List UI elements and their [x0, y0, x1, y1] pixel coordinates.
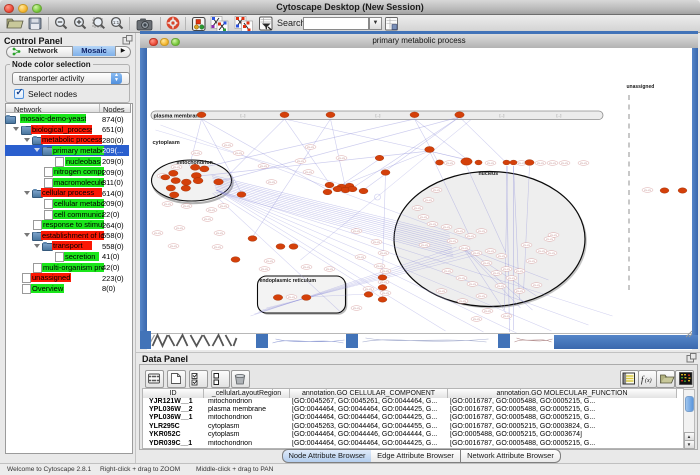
svg-text:xx-xx: xx-xx: [425, 198, 432, 202]
svg-text:[...]: [...]: [556, 114, 561, 118]
svg-text:xx-xx: xx-xx: [497, 284, 504, 288]
svg-text:xx-xx: xx-xx: [204, 217, 211, 221]
svg-text:xx-xx: xx-xx: [446, 161, 453, 165]
svg-text:xx-xx: xx-xx: [380, 280, 387, 284]
svg-text:xx-xx: xx-xx: [533, 283, 540, 287]
svg-text:xx-xx: xx-xx: [644, 188, 651, 192]
svg-text:endoplasmic reticulum: endoplasmic reticulum: [259, 278, 316, 284]
svg-text:xx-xx: xx-xx: [549, 161, 556, 165]
svg-text:xx-xx: xx-xx: [353, 306, 360, 310]
svg-text:xx-xx: xx-xx: [303, 265, 310, 269]
svg-text:xx-xx: xx-xx: [224, 143, 231, 147]
svg-text:nucleus: nucleus: [478, 171, 498, 177]
svg-text:xx-xx: xx-xx: [484, 309, 491, 313]
svg-text:xx-xx: xx-xx: [508, 276, 515, 280]
svg-text:xx-xx: xx-xx: [473, 251, 480, 255]
svg-text:[...]: [...]: [499, 114, 504, 118]
svg-text:xx-xx: xx-xx: [444, 269, 451, 273]
svg-text:xx-xx: xx-xx: [214, 245, 221, 249]
svg-text:xx-xx: xx-xx: [469, 282, 476, 286]
svg-text:xx-xx: xx-xx: [268, 180, 275, 184]
svg-text:xx-xx: xx-xx: [528, 259, 535, 263]
svg-text:unassigned: unassigned: [626, 84, 654, 90]
svg-text:[...]: [...]: [240, 114, 245, 118]
svg-text:xx-xx: xx-xx: [382, 269, 389, 273]
svg-text:1:1: 1:1: [113, 20, 120, 25]
svg-text:xx-xx: xx-xx: [266, 259, 273, 263]
svg-text:xx-xx: xx-xx: [414, 206, 421, 210]
svg-text:xx-xx: xx-xx: [538, 249, 545, 253]
svg-text:xx-xx: xx-xx: [183, 204, 190, 208]
svg-text:(x): (x): [645, 377, 652, 384]
svg-text:xx-xx: xx-xx: [516, 289, 523, 293]
svg-text:xx-xx: xx-xx: [353, 229, 360, 233]
svg-text:xx-xx: xx-xx: [449, 239, 456, 243]
svg-text:xx-xx: xx-xx: [461, 246, 468, 250]
svg-text:xx-xx: xx-xx: [473, 317, 480, 321]
svg-text:xx-xx: xx-xx: [170, 244, 177, 248]
svg-text:xx-xx: xx-xx: [487, 249, 494, 253]
svg-text:xx-xx: xx-xx: [487, 161, 494, 165]
svg-text:xx-xx: xx-xx: [459, 299, 466, 303]
svg-text:xx-xx: xx-xx: [216, 231, 223, 235]
svg-text:xx-xx: xx-xx: [478, 294, 485, 298]
svg-text:xx-xx: xx-xx: [580, 161, 587, 165]
svg-text:xx-xx: xx-xx: [498, 254, 505, 258]
svg-text:xx-xx: xx-xx: [307, 145, 314, 149]
svg-text:xx-xx: xx-xx: [456, 229, 463, 233]
svg-text:xx-xx: xx-xx: [382, 291, 389, 295]
svg-text:xx-xx: xx-xx: [420, 215, 427, 219]
svg-text:xx-xx: xx-xx: [478, 229, 485, 233]
svg-text:xx-xx: xx-xx: [421, 243, 428, 247]
svg-text:xx-xx: xx-xx: [176, 226, 183, 230]
svg-text:xx-xx: xx-xx: [373, 240, 380, 244]
svg-text:xx-xx: xx-xx: [503, 314, 510, 318]
svg-text:xx-xx: xx-xx: [208, 208, 215, 212]
svg-text:xx-xx: xx-xx: [523, 243, 530, 247]
svg-text:xx-xx: xx-xx: [467, 234, 474, 238]
svg-text:xx-xx: xx-xx: [305, 170, 312, 174]
svg-text:cytoplasm: cytoplasm: [152, 140, 179, 146]
svg-text:xx-xx: xx-xx: [548, 251, 555, 255]
svg-text:xx-xx: xx-xx: [458, 276, 465, 280]
svg-text:xx-xx: xx-xx: [297, 159, 304, 163]
svg-text:xx-xx: xx-xx: [483, 261, 490, 265]
svg-text:xx-xx: xx-xx: [546, 237, 553, 241]
svg-text:xx-xx: xx-xx: [260, 164, 267, 168]
svg-text:xx-xx: xx-xx: [503, 267, 510, 271]
svg-text:xx-xx: xx-xx: [338, 156, 345, 160]
svg-text:xx-xx: xx-xx: [433, 188, 440, 192]
svg-text:xx-xx: xx-xx: [516, 269, 523, 273]
svg-text:xx-xx: xx-xx: [493, 271, 500, 275]
svg-text:[...]: [...]: [375, 114, 380, 118]
svg-text:xx-xx: xx-xx: [438, 289, 445, 293]
svg-text:xx-xx: xx-xx: [537, 161, 544, 165]
svg-text:plasma membrane: plasma membrane: [153, 114, 201, 120]
svg-text:xx-xx: xx-xx: [288, 295, 295, 299]
svg-text:xx-xx: xx-xx: [235, 151, 242, 155]
svg-text:xx-xx: xx-xx: [261, 267, 268, 271]
svg-text:xx-xx: xx-xx: [173, 165, 180, 169]
svg-text:xx-xx: xx-xx: [518, 161, 525, 165]
svg-text:xx-xx: xx-xx: [326, 267, 333, 271]
svg-text:xx-xx: xx-xx: [357, 255, 364, 259]
svg-text:xx-xx: xx-xx: [380, 251, 387, 255]
svg-text:xx-xx: xx-xx: [429, 222, 436, 226]
svg-text:xx-xx: xx-xx: [376, 264, 383, 268]
svg-text:xx-xx: xx-xx: [561, 161, 568, 165]
svg-text:xx-xx: xx-xx: [365, 287, 372, 291]
svg-text:xx-xx: xx-xx: [443, 225, 450, 229]
svg-text:xx-xx: xx-xx: [164, 202, 171, 206]
svg-text:xx-xx: xx-xx: [220, 204, 227, 208]
svg-text:xx-xx: xx-xx: [154, 231, 161, 235]
svg-text:xx-xx: xx-xx: [193, 151, 200, 155]
